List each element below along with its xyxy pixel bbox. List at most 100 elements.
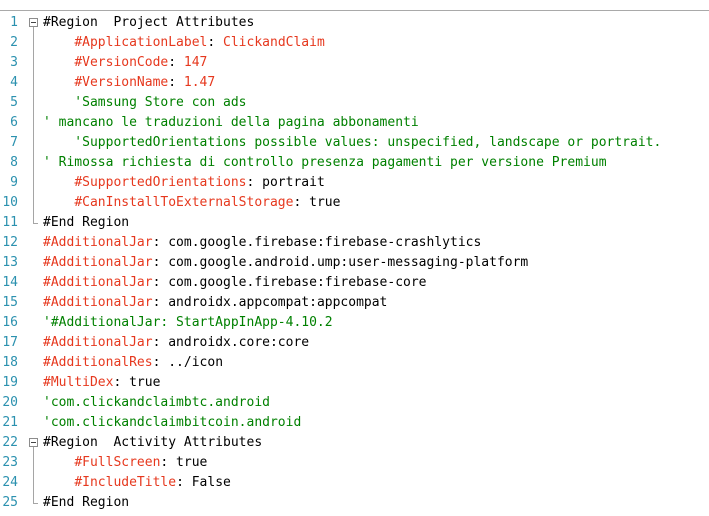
comment-token: 'com.clickandclaimbitcoin.android [43,415,302,430]
code-text[interactable]: #End Region [43,213,129,233]
code-text[interactable]: #Region Project Attributes [43,13,254,33]
line-number: 14 [2,275,18,290]
directive-token: #MultiDex [43,375,114,390]
code-line[interactable]: 21 'com.clickandclaimbitcoin.android [0,413,709,433]
code-text[interactable]: #End Region [43,493,129,513]
directive-token: #AdditionalRes [43,355,153,370]
code-line[interactable]: 9 #SupportedOrientations: portrait [0,173,709,193]
text-token: : ../icon [152,355,224,370]
code-line[interactable]: 24 #IncludeTitle: False [0,473,709,493]
code-line[interactable]: 7 'SupportedOrientations possible values… [0,133,709,153]
code-line[interactable]: 3 #VersionCode: 147 [0,53,709,73]
text-token: : com.google.firebase:firebase-core [152,275,427,290]
line-number: 6 [10,115,18,130]
text-token: : com.google.android.ump:user-messaging-… [152,255,529,270]
directive-token: #IncludeTitle [74,475,177,490]
directive-token: #ApplicationLabel [74,35,208,50]
line-number: 9 [10,175,18,190]
code-line[interactable]: 18 #AdditionalRes: ../icon [0,353,709,373]
line-number: 13 [2,255,18,270]
collapse-region-icon[interactable] [29,18,38,27]
code-text[interactable]: ' Rimossa richiesta di controllo presenz… [43,153,607,173]
code-text[interactable]: #IncludeTitle: False [43,473,231,493]
line-number: 4 [10,75,18,90]
code-text[interactable]: #AdditionalJar: androidx.core:core [43,333,309,353]
text-token: : [207,35,224,50]
code-text[interactable]: #AdditionalJar: com.google.android.ump:u… [43,253,528,273]
code-text[interactable]: 'SupportedOrientations possible values: … [43,133,661,153]
fold-end-marker [33,503,38,504]
code-line[interactable]: 2 #ApplicationLabel: ClickandClaim [0,33,709,53]
code-line[interactable]: 23 #FullScreen: true [0,453,709,473]
code-text[interactable]: 'com.clickandclaimbtc.android [43,393,270,413]
code-text[interactable]: 'com.clickandclaimbitcoin.android [43,413,301,433]
code-line[interactable]: 10 #CanInstallToExternalStorage: true [0,193,709,213]
code-text[interactable]: #Region Activity Attributes [43,433,262,453]
comment-token: '#AdditionalJar: StartAppInApp-4.10.2 [43,315,333,330]
line-number: 22 [2,435,18,450]
code-editor[interactable]: 1 #Region Project Attributes 2 #Applicatio… [0,13,709,513]
line-number: 17 [2,335,18,350]
collapse-region-icon[interactable] [29,438,38,447]
code-line[interactable]: 20 'com.clickandclaimbtc.android [0,393,709,413]
code-line[interactable]: 17 #AdditionalJar: androidx.core:core [0,333,709,353]
code-text[interactable]: 'Samsung Store con ads [43,93,247,113]
fold-guide-line [33,447,34,503]
comment-token: 'Samsung Store con ads [43,95,247,110]
code-line[interactable]: 19 #MultiDex: true [0,373,709,393]
text-token: : [168,55,184,70]
text-token: #Region Project Attributes [43,15,255,30]
code-line[interactable]: 25 #End Region [0,493,709,513]
text-token: : androidx.appcompat:appcompat [152,295,388,310]
code-line[interactable]: 13 #AdditionalJar: com.google.android.ump… [0,253,709,273]
code-text[interactable]: '#AdditionalJar: StartAppInApp-4.10.2 [43,313,333,333]
code-line[interactable]: 12 #AdditionalJar: com.google.firebase:fi… [0,233,709,253]
code-text[interactable]: #VersionName: 1.47 [43,73,215,93]
line-number: 7 [10,135,18,150]
code-text[interactable]: #ApplicationLabel: ClickandClaim [43,33,325,53]
directive-token: #AdditionalJar [43,295,153,310]
code-line[interactable]: 4 #VersionName: 1.47 [0,73,709,93]
code-text[interactable]: #VersionCode: 147 [43,53,207,73]
code-text[interactable]: #AdditionalRes: ../icon [43,353,223,373]
code-text[interactable]: #CanInstallToExternalStorage: true [43,193,340,213]
comment-token: 'com.clickandclaimbtc.android [43,395,270,410]
directive-token: #VersionName [74,75,169,90]
directive-token: #AdditionalJar [43,235,153,250]
code-text[interactable]: ' mancano le traduzioni della pagina abb… [43,113,419,133]
text-token: #End Region [43,495,130,510]
code-line[interactable]: 11 #End Region [0,213,709,233]
code-line[interactable]: 16 '#AdditionalJar: StartAppInApp-4.10.2 [0,313,709,333]
code-line[interactable]: 1 #Region Project Attributes [0,13,709,33]
directive-token: #AdditionalJar [43,255,153,270]
code-line[interactable]: 15 #AdditionalJar: androidx.appcompat:app… [0,293,709,313]
line-number: 18 [2,355,18,370]
line-number: 5 [10,95,18,110]
code-text[interactable]: #FullScreen: true [43,453,207,473]
code-text[interactable]: #SupportedOrientations: portrait [43,173,324,193]
code-line[interactable]: 8 ' Rimossa richiesta di controllo presen… [0,153,709,173]
line-number: 1 [10,15,18,30]
line-number: 3 [10,55,18,70]
directive-token: ClickandClaim [223,35,325,50]
directive-token: 147 [183,55,208,70]
code-text[interactable]: #MultiDex: true [43,373,160,393]
directive-token: #CanInstallToExternalStorage [74,195,294,210]
fold-guide-line [33,27,34,223]
comment-token: ' mancano le traduzioni della pagina abb… [43,115,419,130]
code-line[interactable]: 22 #Region Activity Attributes [0,433,709,453]
line-number: 10 [2,195,18,210]
code-line[interactable]: 6 ' mancano le traduzioni della pagina ab… [0,113,709,133]
directive-token: #AdditionalJar [43,335,153,350]
code-line[interactable]: 14 #AdditionalJar: com.google.firebase:fi… [0,273,709,293]
code-text[interactable]: #AdditionalJar: com.google.firebase:fire… [43,233,481,253]
text-token: : true [160,455,208,470]
text-token: : true [113,375,161,390]
code-text[interactable]: #AdditionalJar: com.google.firebase:fire… [43,273,427,293]
code-text[interactable]: #AdditionalJar: androidx.appcompat:appco… [43,293,387,313]
code-line[interactable]: 5 'Samsung Store con ads [0,93,709,113]
